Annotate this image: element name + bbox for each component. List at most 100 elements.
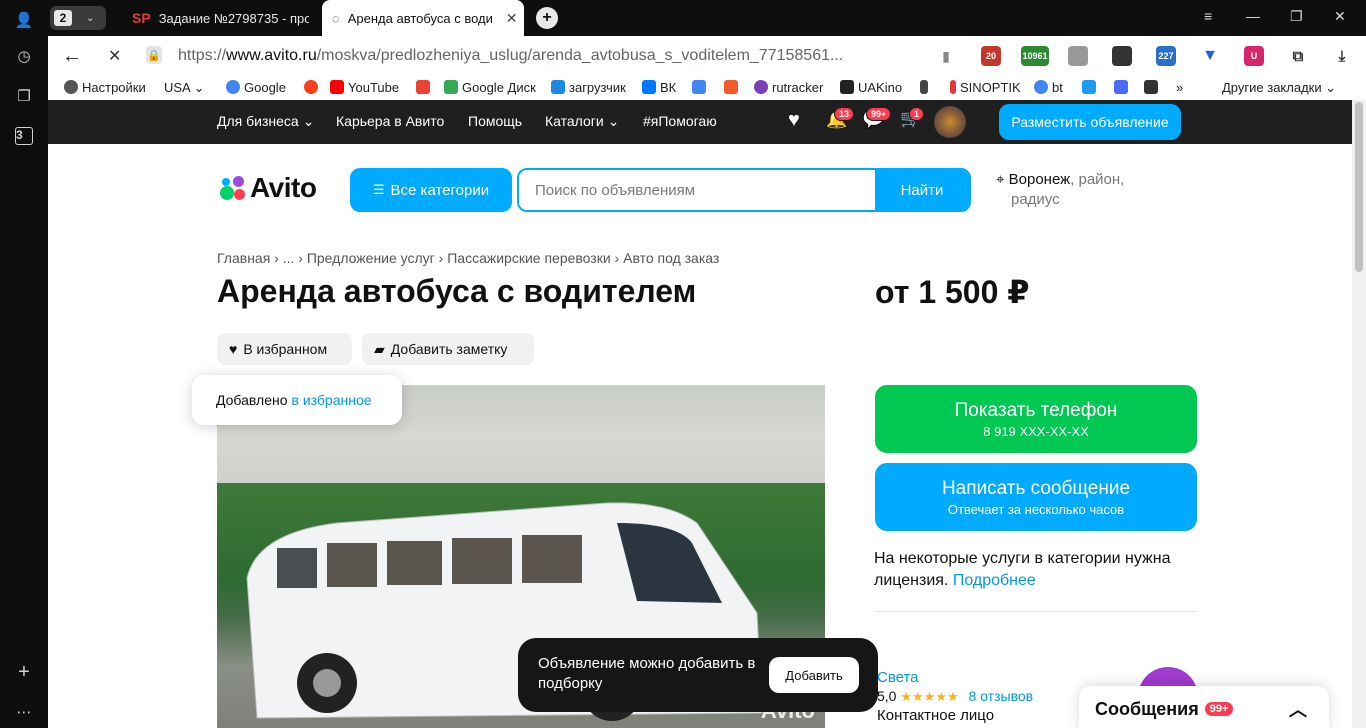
seller-name[interactable]: Света	[877, 669, 1033, 686]
profile-icon[interactable]: 👤	[12, 8, 36, 32]
calendar-extension-icon[interactable]: 227	[1156, 46, 1176, 66]
bookmark-translate[interactable]	[692, 80, 710, 95]
bookmarks-bar: Настройки USA ⌄ Google YouTube Google Ди…	[48, 76, 1366, 100]
back-arrow-icon[interactable]: ←	[62, 45, 82, 68]
show-phone-button[interactable]: Показать телефон 8 919 XXX-XX-XX	[875, 385, 1197, 453]
bookmark-rutracker[interactable]: rutracker	[754, 80, 823, 95]
all-categories-button[interactable]: ☰ Все категории	[350, 168, 512, 212]
post-ad-button[interactable]: Разместить объявление	[999, 104, 1181, 140]
avito-topnav: Для бизнеса ⌄ Карьера в Авито Помощь Кат…	[48, 100, 1352, 144]
note-label: Добавить заметку	[390, 341, 508, 357]
close-tab-icon[interactable]: ✕	[506, 10, 518, 27]
chevron-up-icon[interactable]: ︿	[1289, 696, 1307, 722]
extension-badge-icon[interactable]: 20	[981, 46, 1001, 66]
bookmark-usa[interactable]: USA ⌄	[164, 80, 205, 96]
heart-icon[interactable]: ♥	[788, 109, 800, 132]
extension-icon[interactable]	[1112, 46, 1132, 66]
translate-icon	[692, 80, 706, 94]
gmail-icon	[416, 80, 430, 94]
search-input[interactable]	[519, 170, 875, 210]
minimize-icon[interactable]: —	[1246, 8, 1260, 24]
toast-text: Добавлено	[216, 392, 288, 408]
tab-bar: 2 ⌄ SP Задание №2798735 - про ◌ Аренда а…	[48, 0, 1366, 36]
new-tab-button[interactable]: +	[536, 7, 558, 29]
bookmark-google[interactable]: Google	[226, 80, 286, 95]
more-icon[interactable]: ⋯	[12, 700, 36, 724]
menu-icon[interactable]: ≡	[1204, 8, 1212, 24]
stop-loading-icon[interactable]: ✕	[108, 46, 121, 66]
messenger-panel[interactable]: Сообщения 99+ ︿	[1079, 686, 1329, 728]
bookmark-bc[interactable]	[1144, 80, 1162, 95]
bookmark-icon[interactable]: ▮	[936, 46, 956, 66]
categories-search-icon: ☰	[372, 182, 385, 197]
user-avatar[interactable]	[934, 106, 966, 138]
seller-rating: 5,0	[877, 688, 897, 704]
bookmark-gmail[interactable]	[416, 80, 434, 95]
tab-count-button[interactable]: 2 ⌄	[50, 6, 106, 30]
write-message-button[interactable]: Написать сообщение Отвечает за несколько…	[875, 463, 1197, 531]
nav-business[interactable]: Для бизнеса ⌄	[217, 113, 314, 130]
nav-help[interactable]: Помощь	[468, 113, 522, 129]
bookmark-google-drive[interactable]: Google Диск	[444, 80, 536, 95]
extensions-icon[interactable]: ⧉	[1288, 46, 1308, 66]
lock-icon[interactable]: 🔒	[146, 46, 162, 64]
google-icon	[1034, 80, 1048, 94]
shield-extension-icon[interactable]: ▼	[1200, 46, 1220, 66]
license-link[interactable]: Подробнее	[953, 572, 1036, 589]
bookmark-settings[interactable]: Настройки	[64, 80, 146, 95]
location-district: , район,	[1070, 171, 1125, 188]
close-window-icon[interactable]: ✕	[1334, 8, 1346, 25]
favorite-button[interactable]: ♥ В избранном	[217, 333, 352, 365]
bookmarks-overflow-icon[interactable]: »	[1176, 80, 1183, 95]
breadcrumb[interactable]: Главная › ... › Предложение услуг › Пасс…	[217, 250, 719, 266]
scrollbar-thumb[interactable]	[1355, 102, 1363, 272]
page-scrollbar[interactable]	[1352, 100, 1366, 728]
sp-favicon-icon: SP	[132, 10, 151, 26]
nav-careers[interactable]: Карьера в Авито	[336, 113, 444, 129]
avito-logo[interactable]: Avito	[217, 172, 317, 204]
download-icon[interactable]: ⤓	[1332, 46, 1352, 66]
location-radius: радиус	[1011, 191, 1060, 208]
tab-avito[interactable]: ◌ Аренда автобуса с води ✕	[322, 0, 524, 36]
add-panel-icon[interactable]: +	[12, 660, 36, 684]
restore-icon[interactable]: ❐	[1290, 8, 1303, 25]
listing-price: от 1 500 ₽	[875, 274, 1030, 310]
rutracker-icon	[754, 80, 768, 94]
bookmark-sinoptik[interactable]: SINOPTIK	[950, 80, 1021, 95]
bookmark-p[interactable]	[1082, 80, 1100, 95]
ublock-icon[interactable]: U	[1244, 46, 1264, 66]
bookmark-other[interactable]: Другие закладки ⌄	[1222, 80, 1336, 96]
add-note-button[interactable]: ▰ Добавить заметку	[362, 333, 534, 365]
extension-icon[interactable]	[1068, 46, 1088, 66]
nav-help-others[interactable]: #яПомогаю	[643, 113, 717, 129]
history-icon[interactable]: ◷	[12, 44, 36, 68]
location-selector[interactable]: ⌖ Воронеж, район, радиус	[996, 170, 1146, 210]
add-to-collection-button[interactable]: Добавить	[769, 657, 859, 693]
show-phone-label: Показать телефон	[954, 399, 1118, 421]
divider	[875, 611, 1197, 612]
bookmark-k[interactable]	[1114, 80, 1132, 95]
url-field[interactable]: https://www.avito.ru/moskva/predlozheniy…	[178, 47, 843, 65]
bookmark-vk[interactable]: ВК	[642, 80, 676, 95]
tab-task[interactable]: SP Задание №2798735 - про	[122, 0, 322, 36]
bookmark-bt[interactable]: bt	[1034, 80, 1063, 95]
bookmark-f[interactable]	[724, 80, 742, 95]
reviews-link[interactable]: 8 отзывов	[969, 688, 1034, 704]
search-button[interactable]: Найти	[875, 170, 969, 210]
bookmark-youtube[interactable]: YouTube	[330, 80, 399, 95]
nav-catalogs[interactable]: Каталоги ⌄	[545, 113, 619, 130]
collections-icon[interactable]: ❐	[12, 84, 36, 108]
gear-icon	[64, 80, 78, 94]
sidebar-panel-button[interactable]: 3	[12, 124, 36, 148]
bookmark-chess[interactable]	[920, 80, 932, 95]
bookmark-yandex[interactable]	[304, 80, 322, 95]
bookmark-loader[interactable]: загрузчик	[551, 80, 626, 95]
all-categories-label: Все категории	[390, 181, 490, 199]
extension-counter-icon[interactable]: 10961	[1021, 46, 1049, 66]
license-notice: На некоторые услуги в категории нужна ли…	[874, 548, 1204, 592]
bookmark-uakino[interactable]: UAKino	[840, 80, 902, 95]
note-icon: ▰	[374, 340, 385, 357]
address-bar: ← ✕ 🔒 https://www.avito.ru/moskva/predlo…	[48, 36, 1366, 76]
thermometer-icon	[950, 80, 956, 94]
toast-link[interactable]: в избранное	[292, 392, 372, 408]
